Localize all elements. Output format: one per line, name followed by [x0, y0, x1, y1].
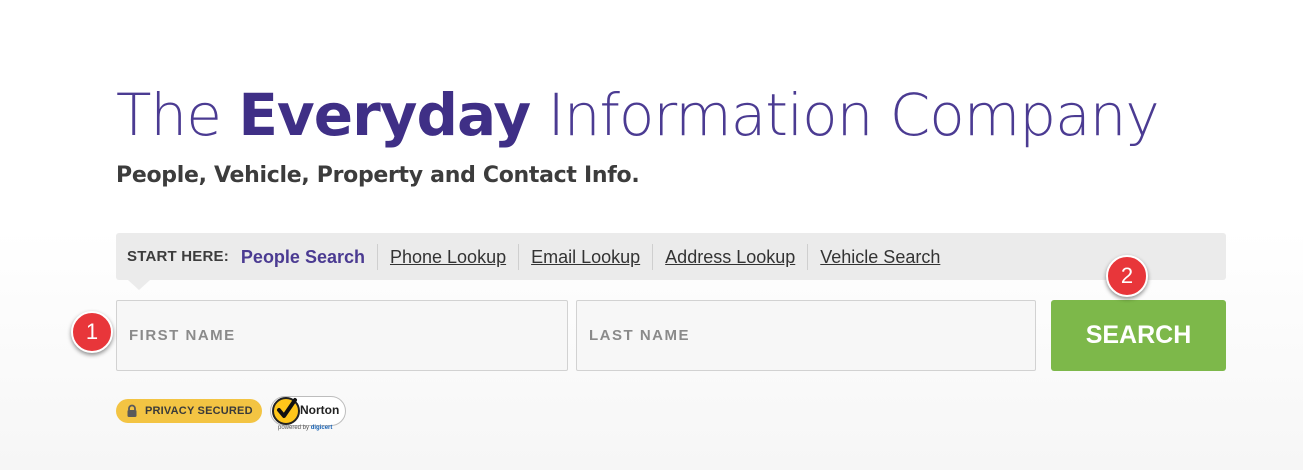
tab-email-lookup[interactable]: Email Lookup	[518, 243, 652, 270]
headline-prefix: The	[116, 81, 239, 149]
search-button[interactable]: SEARCH	[1051, 300, 1226, 371]
headline-bold: Everyday	[238, 81, 531, 149]
privacy-secured-label: PRIVACY SECURED	[145, 405, 253, 417]
tab-people-search[interactable]: People Search	[241, 244, 377, 270]
digicert-label: digicert	[310, 425, 333, 431]
norton-label: Norton	[300, 403, 340, 417]
headline-suffix: Information Company	[530, 81, 1160, 149]
norton-powered-text: powered by	[278, 425, 311, 431]
lock-icon	[127, 404, 137, 417]
tab-phone-lookup[interactable]: Phone Lookup	[376, 243, 518, 270]
norton-checkmark-icon	[272, 397, 300, 425]
tab-address-lookup[interactable]: Address Lookup	[652, 243, 807, 270]
annotation-marker-2: 2	[1106, 255, 1148, 297]
first-name-input[interactable]	[116, 300, 568, 371]
page-subheadline: People, Vehicle, Property and Contact In…	[116, 163, 640, 188]
page-headline: The Everyday Information Company	[116, 80, 1160, 150]
norton-seal[interactable]: Norton powered by digicert	[270, 394, 348, 436]
tab-vehicle-search[interactable]: Vehicle Search	[807, 243, 952, 270]
start-here-label: START HERE:	[127, 248, 229, 265]
last-name-input[interactable]	[576, 300, 1036, 371]
search-type-tabbar: START HERE: People Search Phone Lookup E…	[116, 233, 1226, 290]
privacy-secured-badge: PRIVACY SECURED	[116, 399, 262, 423]
norton-powered-by: powered by digicert	[278, 425, 332, 431]
annotation-marker-1: 1	[71, 311, 113, 353]
